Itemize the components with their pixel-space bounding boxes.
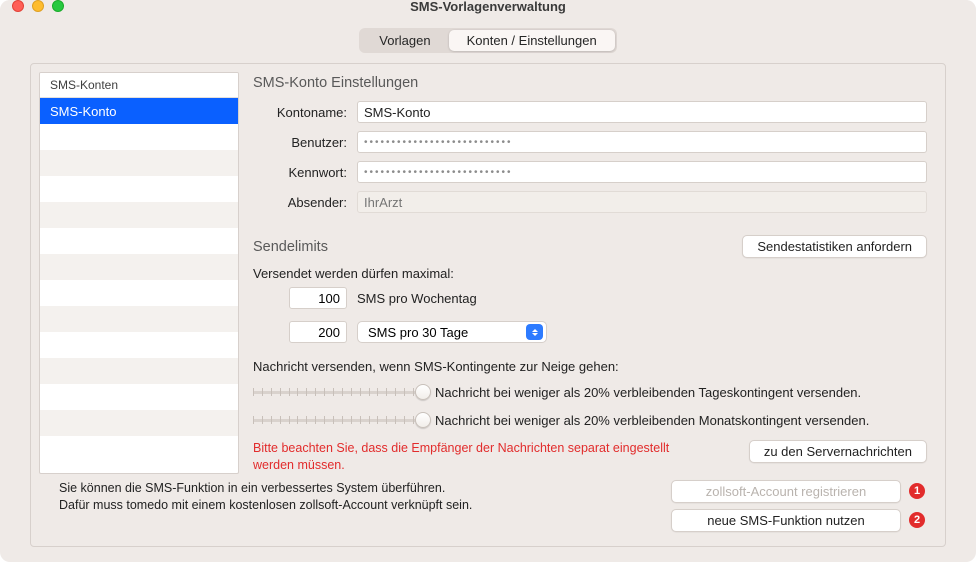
limit-per-day-label: SMS pro Wochentag <box>357 291 477 306</box>
slider-ticks <box>253 410 423 430</box>
content-frame: SMS-Konten SMS-Konto SMS-Konto Ei <box>30 63 946 547</box>
server-messages-button[interactable]: zu den Servernachrichten <box>749 440 927 463</box>
tab-konten[interactable]: Konten / Einstellungen <box>449 30 615 51</box>
notify-month-text: Nachricht bei weniger als 20% verbleiben… <box>435 413 869 428</box>
request-stats-button[interactable]: Sendestatistiken anfordern <box>742 235 927 258</box>
input-absender[interactable] <box>357 191 927 213</box>
footer-line1: Sie können die SMS-Funktion in ein verbe… <box>59 481 445 495</box>
main-columns: SMS-Konten SMS-Konto SMS-Konto Ei <box>39 72 927 474</box>
footer-row-use-new: neue SMS-Funktion nutzen 2 <box>671 509 925 532</box>
footer-buttons: zollsoft-Account registrieren 1 neue SMS… <box>671 480 925 532</box>
row-absender: Absender: <box>253 191 927 213</box>
slider-ticks <box>253 382 423 402</box>
limits-header: Sendelimits Sendestatistiken anfordern <box>253 235 927 258</box>
warning-text: Bitte beachten Sie, dass die Empfänger d… <box>253 440 713 474</box>
right-pane: SMS-Konto Einstellungen Kontoname: Benut… <box>253 72 927 474</box>
slider-month[interactable] <box>253 410 423 430</box>
sidebar-item-empty[interactable] <box>40 358 238 384</box>
sidebar-item-empty[interactable] <box>40 150 238 176</box>
limits-section-title: Sendelimits <box>253 239 328 255</box>
slider-day-row: Nachricht bei weniger als 20% verbleiben… <box>253 382 927 402</box>
traffic-lights <box>12 0 64 12</box>
badge-1: 1 <box>909 483 925 499</box>
row-benutzer: Benutzer: <box>253 131 927 153</box>
label-kontoname: Kontoname: <box>253 105 357 120</box>
row-kennwort: Kennwort: <box>253 161 927 183</box>
sidebar-item-empty[interactable] <box>40 280 238 306</box>
sidebar-item-empty[interactable] <box>40 306 238 332</box>
sidebar: SMS-Konten SMS-Konto <box>39 72 239 474</box>
input-kennwort[interactable] <box>357 161 927 183</box>
window-title: SMS-Vorlagenverwaltung <box>0 0 976 14</box>
notify-intro: Nachricht versenden, wenn SMS-Kontingent… <box>253 359 927 374</box>
limit-period-select[interactable]: SMS pro 30 Tage <box>357 321 547 343</box>
warning-row: Bitte beachten Sie, dass die Empfänger d… <box>253 440 927 474</box>
limit-per-day: SMS pro Wochentag <box>289 287 927 309</box>
sidebar-item-empty[interactable] <box>40 124 238 150</box>
slider-day[interactable] <box>253 382 423 402</box>
input-benutzer[interactable] <box>357 131 927 153</box>
chevron-updown-icon <box>526 324 543 340</box>
sidebar-item-empty[interactable] <box>40 254 238 280</box>
limits-intro: Versendet werden dürfen maximal: <box>253 266 927 281</box>
register-account-button[interactable]: zollsoft-Account registrieren <box>671 480 901 503</box>
sidebar-item-empty[interactable] <box>40 332 238 358</box>
sidebar-item-empty[interactable] <box>40 384 238 410</box>
slider-thumb[interactable] <box>415 412 431 428</box>
use-new-sms-button[interactable]: neue SMS-Funktion nutzen <box>671 509 901 532</box>
limit-period-select-value: SMS pro 30 Tage <box>368 325 468 340</box>
row-kontoname: Kontoname: <box>253 101 927 123</box>
slider-thumb[interactable] <box>415 384 431 400</box>
sidebar-item-empty[interactable] <box>40 228 238 254</box>
limit-per-day-input[interactable] <box>289 287 347 309</box>
zoom-icon[interactable] <box>52 0 64 12</box>
close-icon[interactable] <box>12 0 24 12</box>
label-absender: Absender: <box>253 195 357 210</box>
sidebar-header: SMS-Konten <box>40 73 238 98</box>
label-kennwort: Kennwort: <box>253 165 357 180</box>
minimize-icon[interactable] <box>32 0 44 12</box>
notify-day-text: Nachricht bei weniger als 20% verbleiben… <box>435 385 861 400</box>
account-section-title: SMS-Konto Einstellungen <box>253 75 927 91</box>
footer-line2: Dafür muss tomedo mit einem kostenlosen … <box>59 498 472 512</box>
limit-per-period: SMS pro 30 Tage <box>289 321 927 343</box>
sidebar-item-empty[interactable] <box>40 202 238 228</box>
sidebar-item-empty[interactable] <box>40 410 238 436</box>
segmented-control: Vorlagen Konten / Einstellungen <box>359 28 616 53</box>
tabs-row: Vorlagen Konten / Einstellungen <box>0 12 976 63</box>
footer-text: Sie können die SMS-Funktion in ein verbe… <box>59 480 472 515</box>
badge-2: 2 <box>909 512 925 528</box>
label-benutzer: Benutzer: <box>253 135 357 150</box>
sidebar-item-empty[interactable] <box>40 176 238 202</box>
footer-row-register: zollsoft-Account registrieren 1 <box>671 480 925 503</box>
limit-per-period-input[interactable] <box>289 321 347 343</box>
slider-month-row: Nachricht bei weniger als 20% verbleiben… <box>253 410 927 430</box>
sidebar-item-label: SMS-Konto <box>50 104 116 119</box>
titlebar: SMS-Vorlagenverwaltung <box>0 0 976 12</box>
footer-area: Sie können die SMS-Funktion in ein verbe… <box>39 474 927 532</box>
tab-vorlagen[interactable]: Vorlagen <box>361 30 448 51</box>
sidebar-item-sms-konto[interactable]: SMS-Konto <box>40 98 238 124</box>
window: SMS-Vorlagenverwaltung Vorlagen Konten /… <box>0 0 976 562</box>
input-kontoname[interactable] <box>357 101 927 123</box>
